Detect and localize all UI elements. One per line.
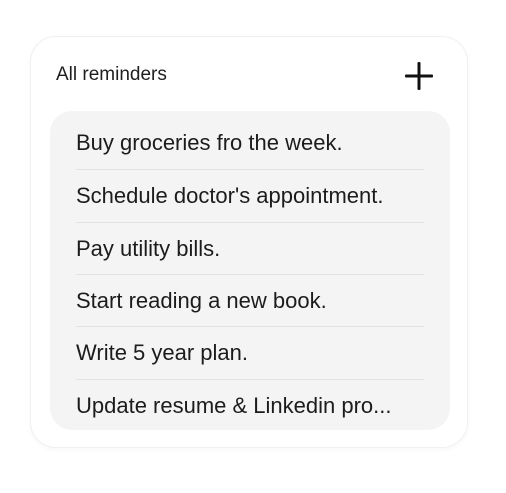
reminder-item[interactable]: Write 5 year plan. <box>76 327 424 379</box>
plus-icon <box>405 62 433 90</box>
add-reminder-button[interactable] <box>401 58 437 94</box>
reminder-item[interactable]: Pay utility bills. <box>76 223 424 275</box>
reminder-item-text: Schedule doctor's appointment. <box>76 183 384 208</box>
widget-title: All reminders <box>56 64 167 85</box>
widget-header: All reminders <box>31 37 467 111</box>
reminder-item[interactable]: Buy groceries fro the week. <box>76 117 424 169</box>
reminder-item-text: Pay utility bills. <box>76 236 221 261</box>
reminder-item[interactable]: Schedule doctor's appointment. <box>76 170 424 222</box>
reminder-item-text: Buy groceries fro the week. <box>76 130 343 155</box>
reminder-item[interactable]: Update resume & Linkedin pro... <box>76 380 424 430</box>
reminder-item-text: Write 5 year plan. <box>76 340 249 365</box>
reminders-list: Buy groceries fro the week. Schedule doc… <box>50 111 450 430</box>
reminder-item-text: Update resume & Linkedin pro... <box>76 393 392 418</box>
reminder-item-text: Start reading a new book. <box>76 288 327 313</box>
reminder-item[interactable]: Start reading a new book. <box>76 275 424 327</box>
reminders-widget: All reminders Buy groceries fro the week… <box>30 36 468 448</box>
